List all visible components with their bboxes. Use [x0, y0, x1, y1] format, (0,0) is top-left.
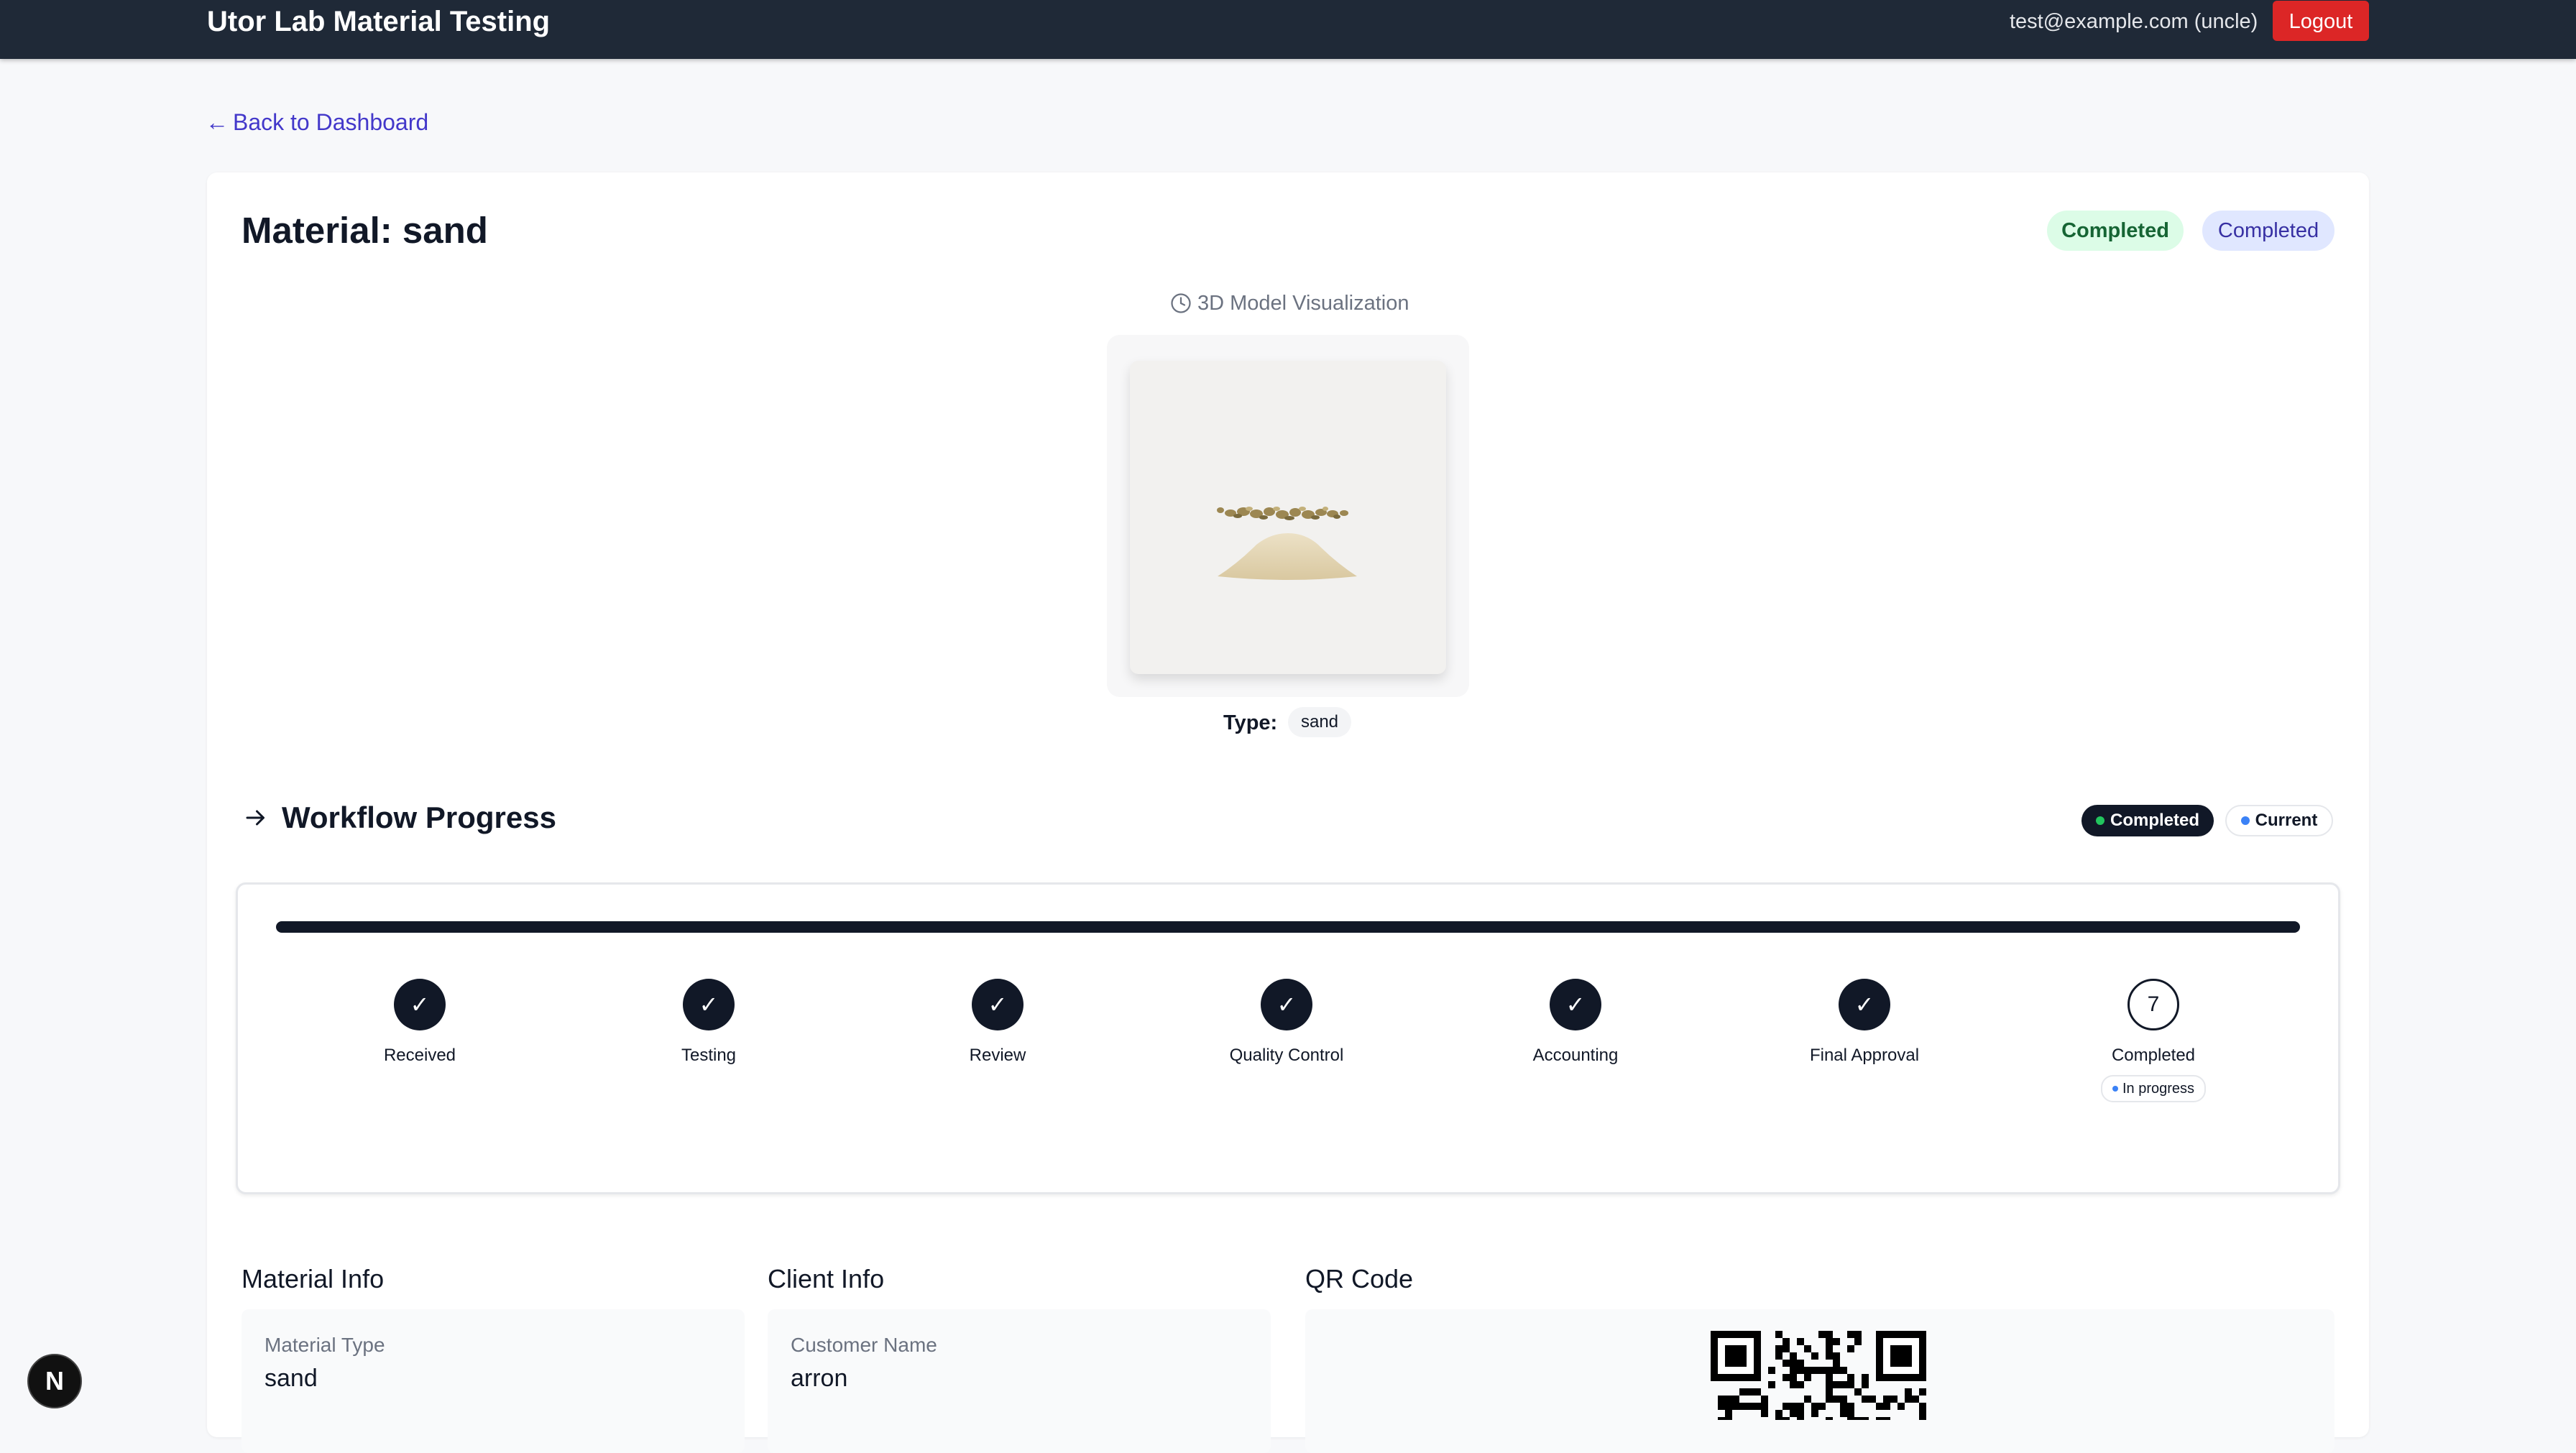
- clock-icon: [1171, 293, 1191, 313]
- workflow-title: Workflow Progress: [282, 801, 556, 834]
- step-label: Quality Control: [1229, 1046, 1344, 1065]
- in-progress-badge: In progress: [2100, 1075, 2207, 1102]
- client-info-title: Client Info: [768, 1264, 885, 1293]
- workflow-step: 7 Completed In progress: [2046, 979, 2261, 1102]
- workflow-status-badge: Completed: [2202, 211, 2334, 251]
- qr-code-image[interactable]: [1711, 1331, 1928, 1420]
- legend-completed-label: Completed: [2110, 811, 2199, 830]
- legend-current-label: Current: [2255, 811, 2318, 830]
- step-label: Final Approval: [1809, 1046, 1920, 1065]
- workflow-step: ✓ Final Approval: [1757, 979, 1972, 1066]
- arrow-right-icon: [246, 810, 264, 826]
- status-badge: Completed: [2047, 211, 2184, 251]
- workflow-progress-bar: [276, 921, 2300, 933]
- back-link-label: Back to Dashboard: [233, 109, 429, 135]
- check-icon: ✓: [683, 979, 735, 1030]
- step-label: Testing: [681, 1046, 737, 1065]
- material-info-title: Material Info: [242, 1264, 385, 1293]
- legend-current: Current: [2225, 805, 2333, 836]
- qr-code-title: QR Code: [1305, 1264, 1414, 1293]
- check-icon: ✓: [1550, 979, 1601, 1030]
- check-icon: ✓: [1839, 979, 1890, 1030]
- sand-pile-image: [1217, 507, 1357, 580]
- material-type-value: sand: [264, 1365, 318, 1392]
- page-title: Material: sand: [242, 210, 488, 251]
- legend-completed: Completed: [2082, 805, 2214, 836]
- workflow-step: ✓ Accounting: [1468, 979, 1683, 1066]
- legend-completed-dot: [2095, 816, 2104, 825]
- back-to-dashboard-link[interactable]: ← Back to Dashboard: [206, 108, 428, 137]
- step-label: Completed: [2111, 1046, 2196, 1065]
- step-label: Received: [383, 1046, 456, 1065]
- nextjs-dev-badge[interactable]: N: [27, 1354, 82, 1408]
- type-chip: sand: [1288, 707, 1351, 737]
- app-title[interactable]: Utor Lab Material Testing: [207, 4, 550, 39]
- workflow-step: ✓ Review: [890, 979, 1105, 1066]
- viz-label: 3D Model Visualization: [1170, 290, 1409, 316]
- step-number-circle: 7: [2128, 979, 2179, 1030]
- legend-current-dot: [2240, 816, 2250, 825]
- material-type-label: Material Type: [264, 1334, 385, 1356]
- check-icon: ✓: [972, 979, 1024, 1030]
- type-label: Type:: [1223, 711, 1278, 734]
- logout-button[interactable]: Logout: [2273, 1, 2369, 41]
- workflow-step: ✓ Received: [312, 979, 528, 1066]
- in-progress-dot: [2112, 1086, 2118, 1092]
- customer-name-label: Customer Name: [791, 1334, 937, 1356]
- back-arrow-icon: ←: [206, 109, 229, 135]
- workflow-step: ✓ Testing: [601, 979, 816, 1066]
- workflow-step: ✓ Quality Control: [1179, 979, 1394, 1066]
- customer-name-value: arron: [791, 1365, 848, 1392]
- check-icon: ✓: [394, 979, 446, 1030]
- user-email: test@example.com (uncle): [2010, 10, 2258, 33]
- top-navbar: Utor Lab Material Testing test@example.c…: [0, 0, 2576, 59]
- check-icon: ✓: [1261, 979, 1312, 1030]
- model-viewer-canvas[interactable]: [1130, 361, 1446, 674]
- in-progress-label: In progress: [2122, 1080, 2195, 1097]
- viz-label-text: 3D Model Visualization: [1197, 292, 1409, 315]
- step-label: Review: [969, 1046, 1026, 1065]
- step-label: Accounting: [1532, 1046, 1619, 1065]
